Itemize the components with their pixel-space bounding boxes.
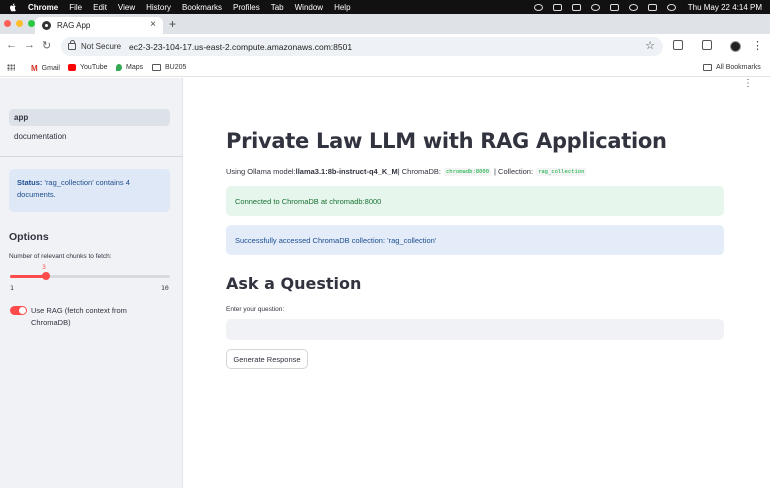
collection-label: | Collection: [494,167,534,176]
options-heading: Options [9,231,49,243]
window-controls [4,20,35,27]
play-icon[interactable] [590,3,600,11]
zoom-window-button[interactable] [28,20,35,27]
battery-icon[interactable] [609,3,619,11]
status-label: Status: [17,178,43,187]
chunks-slider-fill [10,275,46,278]
chunks-slider-min: 1 [10,284,14,292]
question-label: Enter your question: [226,306,285,313]
chunks-slider-label: Number of relevant chunks to fetch: [9,253,112,260]
chunks-slider-value: 3 [42,263,46,271]
all-bookmarks[interactable]: All Bookmarks [703,64,761,71]
bookmark-gmail-label: Gmail [41,65,60,72]
new-tab-button[interactable]: + [169,17,176,31]
all-bookmarks-label: All Bookmarks [716,64,761,71]
chunks-slider-max: 10 [161,284,169,292]
info-message: Successfully accessed ChromaDB collectio… [235,235,437,245]
tab-rag-app[interactable]: RAG App × [35,17,163,34]
minimize-window-button[interactable] [16,20,23,27]
folder-icon [703,64,712,71]
sidebar-item-app[interactable]: app [9,109,170,126]
menu-file[interactable]: File [69,3,82,12]
siri-icon[interactable] [666,3,676,11]
app-menu-icon[interactable]: ⋮ [743,78,753,89]
bookmark-youtube[interactable]: YouTube [68,64,108,71]
folder-icon [152,64,161,71]
connection-success-alert: Connected to ChromaDB at chromadb:8000 [226,186,724,216]
bookmark-gmail[interactable]: M Gmail [31,64,60,73]
question-input[interactable] [226,319,724,340]
streamlit-favicon-icon [42,21,51,30]
cast-icon[interactable] [702,40,712,50]
apps-grid-icon[interactable] [7,64,15,71]
bookmark-youtube-label: YouTube [80,64,108,71]
browser-menu-icon[interactable]: ⋮ [752,39,763,52]
ask-question-heading: Ask a Question [226,274,362,293]
menu-window[interactable]: Window [295,3,323,12]
sidebar-divider [0,156,183,157]
menu-app-name[interactable]: Chrome [28,3,58,12]
macos-menu-bar: Chrome File Edit View History Bookmarks … [0,0,770,14]
menu-edit[interactable]: Edit [93,3,107,12]
sidebar: app documentation Status: 'rag_collectio… [0,78,183,488]
address-bar[interactable]: Not Secure ec2-3-23-104-17.us-east-2.com… [61,37,663,56]
broadcast-icon[interactable] [571,3,581,11]
chunks-slider-thumb[interactable] [41,272,50,280]
profile-avatar[interactable] [730,41,741,52]
browser-tab-strip: RAG App × + [0,14,770,34]
url-text[interactable]: ec2-3-23-104-17.us-east-2.compute.amazon… [129,42,352,52]
control-center-icon[interactable] [647,3,657,11]
status-indicator-icon[interactable] [533,3,543,11]
extensions-icon[interactable] [673,40,683,50]
tab-close-icon[interactable]: × [150,19,156,30]
use-rag-label[interactable]: Use RAG (fetch context from ChromaDB) [31,305,151,329]
sidebar-item-documentation[interactable]: documentation [9,128,170,145]
grid-icon [7,64,15,71]
not-secure-lock-icon[interactable] [68,40,76,50]
menu-history[interactable]: History [146,3,171,12]
chromadb-host: chromadb:8000 [443,167,491,176]
bookmark-star-icon[interactable]: ☆ [645,39,655,52]
main-content: ⋮ Private Law LLM with RAG Application U… [184,78,770,488]
menu-help[interactable]: Help [334,3,350,12]
tab-title: RAG App [57,21,91,30]
clipboard-icon[interactable] [552,3,562,11]
gmail-icon: M [31,64,38,73]
page-title: Private Law LLM with RAG Application [226,129,667,153]
menu-clock[interactable]: Thu May 22 4:14 PM [688,3,762,12]
apple-logo-icon[interactable] [9,2,17,12]
success-message: Connected to ChromaDB at chromadb:8000 [235,196,382,206]
sidebar-item-label: app [14,113,29,122]
bookmarks-bar: M Gmail YouTube Maps BU205 All Bookmarks [0,59,770,77]
wifi-icon[interactable] [628,3,638,11]
sidebar-item-label: documentation [14,132,67,141]
menu-tab[interactable]: Tab [271,3,284,12]
model-prefix: Using Ollama model: [226,167,296,176]
use-rag-toggle[interactable] [10,306,27,315]
chromadb-label: | ChromaDB: [397,167,441,176]
chunks-slider[interactable] [10,272,170,280]
model-info-line: Using Ollama model: llama3.1:8b-instruct… [226,167,589,176]
menu-bookmarks[interactable]: Bookmarks [182,3,222,12]
youtube-icon [68,64,76,71]
bookmark-bu205-label: BU205 [165,64,187,71]
back-arrow-icon[interactable]: ← [6,39,17,51]
bookmark-bu205[interactable]: BU205 [152,64,186,71]
status-info-box: Status: 'rag_collection' contains 4 docu… [9,169,170,212]
maps-pin-icon [116,64,122,71]
model-name: llama3.1:8b-instruct-q4_K_M [295,167,398,176]
reload-icon[interactable]: ↻ [42,39,51,52]
browser-toolbar: ← → ↻ Not Secure ec2-3-23-104-17.us-east… [0,34,770,59]
collection-name: rag_collection [536,167,587,176]
menu-profiles[interactable]: Profiles [233,3,260,12]
generate-response-button[interactable]: Generate Response [226,349,308,369]
close-window-button[interactable] [4,20,11,27]
not-secure-label[interactable]: Not Secure [81,42,121,51]
bookmark-maps-label: Maps [126,64,144,71]
menu-view[interactable]: View [118,3,135,12]
forward-arrow-icon[interactable]: → [24,39,35,51]
collection-info-alert: Successfully accessed ChromaDB collectio… [226,225,724,255]
bookmark-maps[interactable]: Maps [116,64,143,71]
